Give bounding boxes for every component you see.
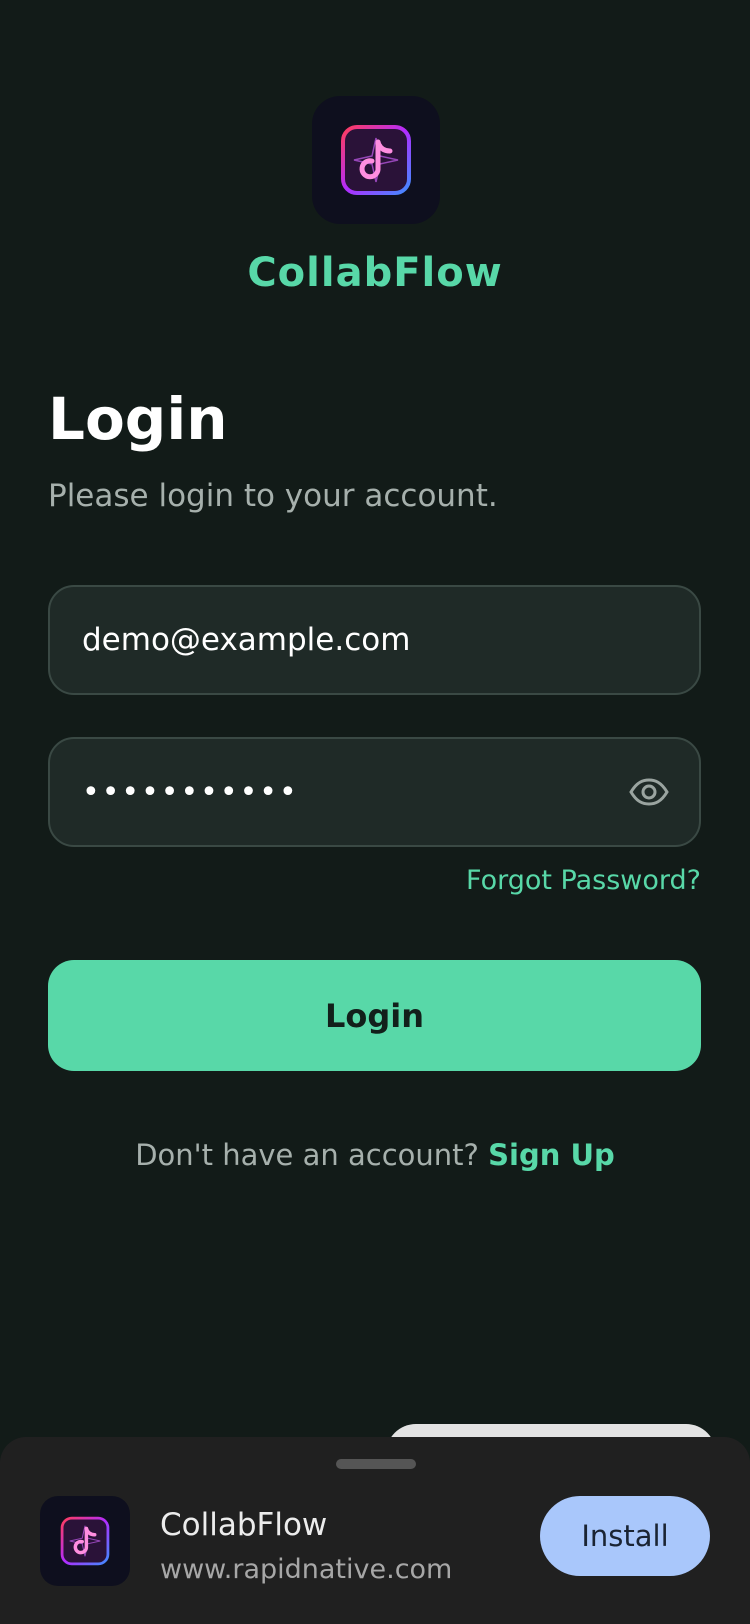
forgot-password-link[interactable]: Forgot Password? — [466, 865, 701, 896]
page-title: Login — [48, 385, 228, 453]
music-note-app-icon — [60, 1516, 110, 1566]
eye-icon — [629, 778, 669, 806]
install-app-url: www.rapidnative.com — [160, 1554, 453, 1585]
page-subtitle: Please login to your account. — [48, 478, 498, 514]
app-logo — [312, 96, 440, 224]
music-note-app-icon — [341, 125, 411, 195]
login-button[interactable]: Login — [48, 960, 701, 1071]
password-input[interactable] — [82, 739, 642, 845]
signup-link[interactable]: Sign Up — [488, 1138, 615, 1172]
email-input[interactable] — [82, 587, 642, 693]
signup-row: Don't have an account? Sign Up — [0, 1138, 750, 1172]
signup-prompt: Don't have an account? — [135, 1138, 479, 1172]
password-field[interactable] — [48, 737, 701, 847]
install-app-title: CollabFlow — [160, 1507, 328, 1543]
install-app-icon — [40, 1496, 130, 1586]
toggle-password-visibility-button[interactable] — [629, 774, 669, 810]
install-banner: CollabFlow www.rapidnative.com Install — [0, 1437, 750, 1624]
app-name: CollabFlow — [247, 250, 503, 296]
sheet-drag-handle[interactable] — [336, 1459, 416, 1469]
login-screen: CollabFlow Login Please login to your ac… — [0, 0, 750, 1624]
email-field[interactable] — [48, 585, 701, 695]
install-button[interactable]: Install — [540, 1496, 710, 1576]
